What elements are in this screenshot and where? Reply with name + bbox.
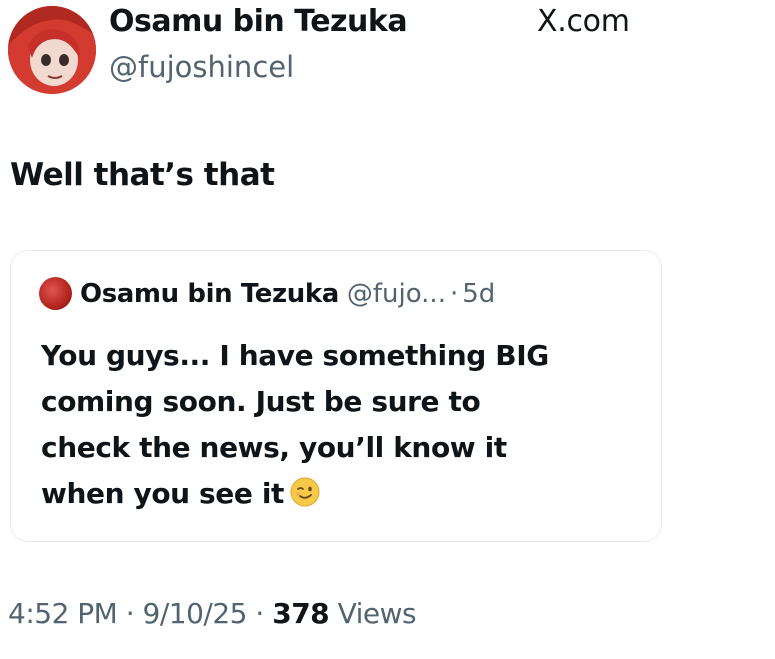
author-handle[interactable]: @fujoshincel xyxy=(109,50,294,84)
quoted-post-header: Osamu bin Tezuka @fujo... · 5d xyxy=(39,277,495,310)
quoted-author-handle: @fujo... xyxy=(346,278,446,309)
author-name[interactable]: Osamu bin Tezuka xyxy=(109,4,408,39)
site-label: X.com xyxy=(537,4,630,39)
quoted-post-card[interactable]: Osamu bin Tezuka @fujo... · 5d You guys.… xyxy=(10,250,662,542)
quoted-text-line: check the news, you’ll know it xyxy=(41,431,507,464)
avatar-image xyxy=(8,6,96,94)
meta-separator: · xyxy=(125,597,135,630)
quoted-text-line: when you see it xyxy=(41,477,285,510)
quoted-author-avatar xyxy=(39,277,72,310)
meta-separator: · xyxy=(255,597,264,630)
quoted-separator: · xyxy=(449,278,459,309)
quoted-text-line-last: when you see it xyxy=(41,471,549,517)
post-date[interactable]: 9/10/25 xyxy=(143,597,248,630)
author-avatar[interactable] xyxy=(8,6,96,94)
post-meta: 4:52 PM · 9/10/25 · 378 Views xyxy=(8,597,417,630)
views-count[interactable]: 378 xyxy=(272,597,329,630)
views-label: Views xyxy=(337,597,417,630)
post-text: Well that’s that xyxy=(10,157,275,193)
post-time[interactable]: 4:52 PM xyxy=(8,597,118,630)
quoted-post-text: You guys... I have something BIG coming … xyxy=(41,333,549,517)
quoted-post-time: 5d xyxy=(462,278,496,309)
quoted-text-line: You guys... I have something BIG xyxy=(41,339,549,372)
quoted-text-line: coming soon. Just be sure to xyxy=(41,385,481,418)
quoted-author-name: Osamu bin Tezuka xyxy=(80,278,339,309)
winking-face-icon xyxy=(290,477,320,507)
